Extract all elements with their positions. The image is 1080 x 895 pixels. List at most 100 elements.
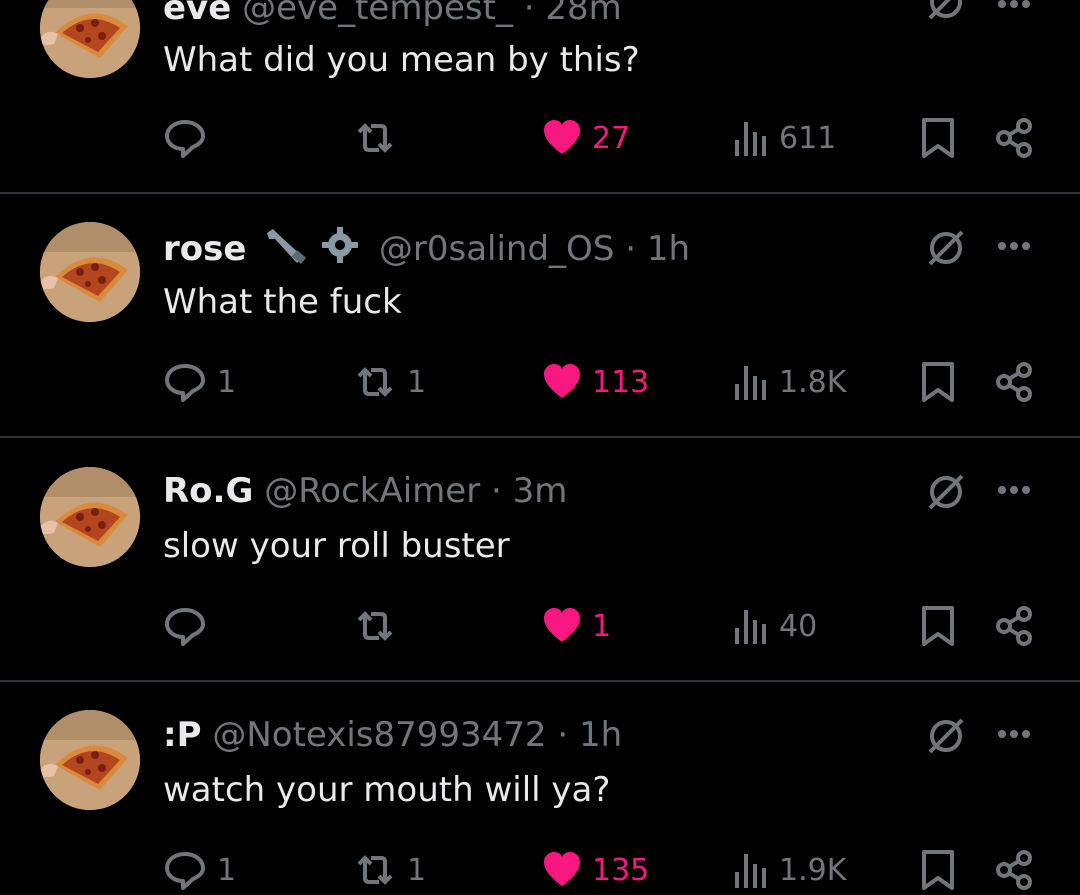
like-button[interactable]: 113: [542, 357, 649, 407]
grok-icon[interactable]: [922, 468, 970, 516]
timestamp[interactable]: 3m: [513, 471, 568, 511]
repost-icon: [353, 360, 397, 404]
timestamp[interactable]: 1h: [579, 715, 622, 755]
divider: [0, 680, 1080, 682]
reply-icon: [163, 848, 207, 892]
post-header: :P @Notexis87993472 · 1h: [163, 713, 622, 757]
avatar[interactable]: [40, 222, 140, 322]
views-button[interactable]: 611: [733, 113, 836, 163]
bookmark-icon: [918, 848, 958, 892]
bookmark-icon: [918, 116, 958, 160]
bookmark-button[interactable]: [918, 601, 958, 651]
heart-icon: [542, 606, 582, 646]
avatar[interactable]: [40, 710, 140, 810]
wrench-icon: [267, 229, 307, 264]
share-icon: [994, 850, 1034, 890]
repost-icon: [353, 116, 397, 160]
more-icon[interactable]: [994, 730, 1034, 750]
views-button[interactable]: 1.8K: [733, 357, 846, 407]
like-count: 1: [592, 608, 612, 644]
heart-icon: [542, 850, 582, 890]
view-count: 611: [779, 120, 837, 156]
post-header: Ro.G @RockAimer · 3m: [163, 469, 567, 513]
avatar[interactable]: [40, 467, 140, 567]
views-button[interactable]: 1.9K: [733, 845, 846, 895]
share-icon: [994, 606, 1034, 646]
bookmark-button[interactable]: [918, 357, 958, 407]
post-text: slow your roll buster: [163, 526, 510, 566]
repost-button[interactable]: 1: [353, 357, 426, 407]
heart-icon: [542, 362, 582, 402]
reply-count: 1: [217, 364, 237, 400]
reply-button[interactable]: 1: [163, 845, 236, 895]
handle[interactable]: @eve_tempest_: [242, 0, 513, 28]
display-name[interactable]: :P: [163, 715, 202, 755]
reply-icon: [163, 116, 207, 160]
repost-button[interactable]: 1: [353, 845, 426, 895]
more-icon[interactable]: [994, 0, 1034, 20]
share-button[interactable]: [994, 601, 1034, 651]
separator: ·: [625, 229, 637, 269]
avatar[interactable]: [40, 0, 140, 78]
post-header: rose @r0salind_OS · 1h: [163, 225, 690, 269]
post-text: watch your mouth will ya?: [163, 770, 611, 810]
post-text: What did you mean by this?: [163, 40, 640, 80]
divider: [0, 436, 1080, 438]
timestamp[interactable]: 1h: [647, 229, 690, 269]
repost-button[interactable]: [353, 601, 407, 651]
separator: ·: [523, 0, 535, 28]
more-icon[interactable]: [994, 242, 1034, 262]
repost-icon: [353, 848, 397, 892]
handle[interactable]: @r0salind_OS: [379, 229, 615, 269]
separator: ·: [491, 471, 502, 511]
views-icon: [733, 362, 769, 402]
repost-count: 1: [407, 364, 427, 400]
share-button[interactable]: [994, 357, 1034, 407]
post-text: What the fuck: [163, 282, 402, 322]
display-name[interactable]: rose: [163, 229, 246, 269]
share-button[interactable]: [994, 845, 1034, 895]
share-button[interactable]: [994, 113, 1034, 163]
handle[interactable]: @Notexis87993472: [212, 715, 546, 755]
bookmark-button[interactable]: [918, 845, 958, 895]
reply-icon: [163, 360, 207, 404]
views-icon: [733, 606, 769, 646]
like-button[interactable]: 1: [542, 601, 611, 651]
repost-count: 1: [407, 852, 427, 888]
post-header: eve @eve_tempest_ · 28m: [163, 0, 622, 30]
gear-icon: [322, 227, 359, 263]
grok-icon[interactable]: [922, 712, 970, 760]
share-icon: [994, 118, 1034, 158]
display-name[interactable]: Ro.G: [163, 471, 253, 511]
like-button[interactable]: 27: [542, 113, 630, 163]
repost-icon: [353, 604, 397, 648]
views-icon: [733, 118, 769, 158]
repost-button[interactable]: [353, 113, 407, 163]
separator: ·: [557, 715, 569, 755]
like-count: 135: [592, 852, 650, 888]
view-count: 40: [779, 608, 818, 644]
reply-button[interactable]: [163, 113, 217, 163]
view-count: 1.8K: [779, 364, 847, 400]
bookmark-icon: [918, 360, 958, 404]
share-icon: [994, 362, 1034, 402]
reply-button[interactable]: [163, 601, 217, 651]
heart-icon: [542, 118, 582, 158]
like-button[interactable]: 135: [542, 845, 649, 895]
grok-icon[interactable]: [922, 224, 970, 272]
bookmark-button[interactable]: [918, 113, 958, 163]
reply-button[interactable]: 1: [163, 357, 236, 407]
display-name[interactable]: eve: [163, 0, 231, 28]
handle[interactable]: @RockAimer: [264, 471, 480, 511]
bookmark-icon: [918, 604, 958, 648]
grok-icon[interactable]: [922, 0, 970, 26]
views-button[interactable]: 40: [733, 601, 817, 651]
like-count: 27: [592, 120, 631, 156]
more-icon[interactable]: [994, 486, 1034, 506]
reply-count: 1: [217, 852, 237, 888]
profile-badges: [263, 225, 360, 276]
timestamp[interactable]: 28m: [545, 0, 621, 28]
views-icon: [733, 850, 769, 890]
view-count: 1.9K: [779, 852, 847, 888]
like-count: 113: [592, 364, 650, 400]
